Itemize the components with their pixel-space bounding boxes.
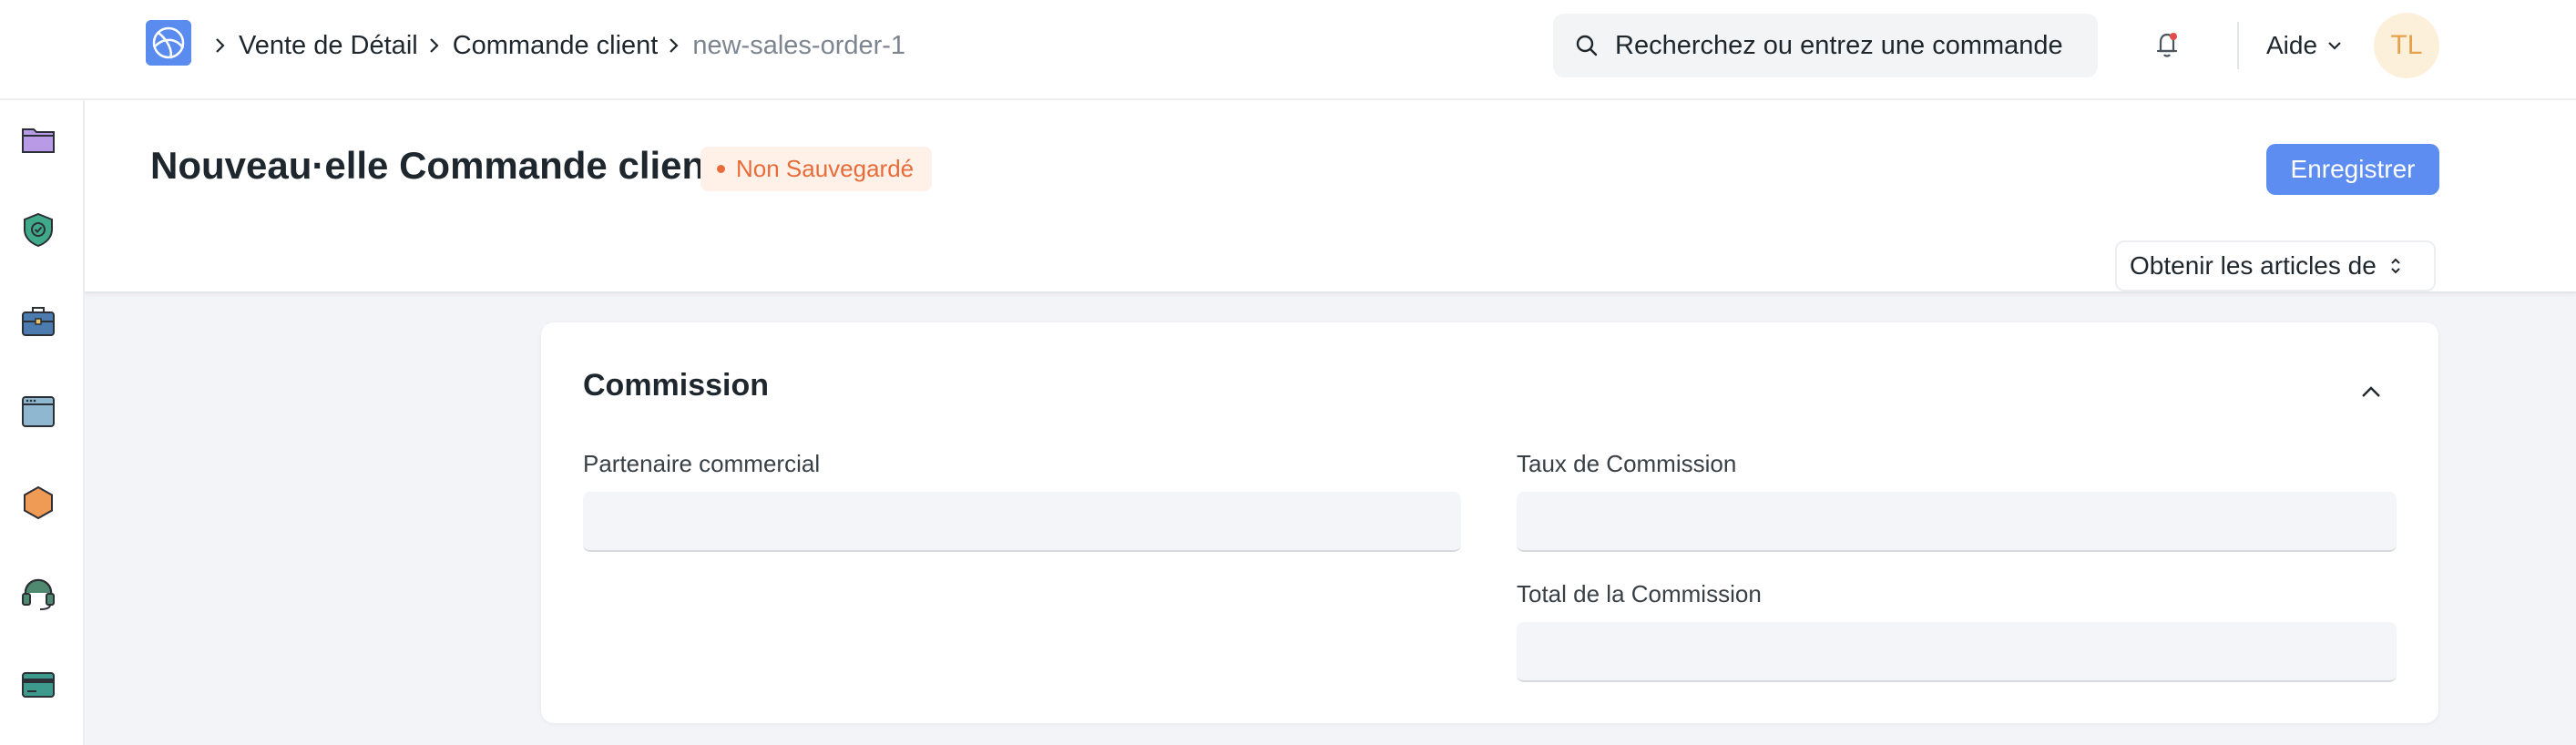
sales-partner-field[interactable] xyxy=(583,492,1461,552)
page-header: Nouveau·elle Commande client Non Sauvega… xyxy=(85,100,2576,293)
sidebar-item-briefcase[interactable] xyxy=(20,302,56,339)
help-label: Aide xyxy=(2266,31,2318,59)
chevron-up-icon xyxy=(2362,386,2380,397)
sales-partner-label: Partenaire commercial xyxy=(583,450,821,477)
breadcrumb: Vente de Détail Commande client new-sale… xyxy=(211,27,905,64)
sidebar-item-hexagon[interactable] xyxy=(20,485,56,521)
logo-icon xyxy=(146,20,191,66)
chevron-right-icon xyxy=(669,37,680,54)
sidebar-item-window[interactable] xyxy=(20,393,56,430)
user-avatar[interactable]: TL xyxy=(2374,13,2439,78)
total-commission-field[interactable] xyxy=(1517,622,2397,682)
navbar-divider xyxy=(2237,22,2239,69)
app-logo[interactable] xyxy=(146,20,191,66)
notification-bell-icon[interactable] xyxy=(2153,29,2181,60)
chevron-up-down-icon xyxy=(2391,258,2400,274)
shield-check-icon xyxy=(24,212,53,248)
chevron-down-icon xyxy=(2328,42,2341,50)
hexagon-icon xyxy=(24,485,53,520)
breadcrumb-item-retail[interactable]: Vente de Détail xyxy=(239,31,418,61)
status-dot xyxy=(717,165,725,173)
get-items-from-label: Obtenir les articles de xyxy=(2130,251,2377,280)
total-commission-label: Total de la Commission xyxy=(1517,580,1762,607)
get-items-from-select[interactable]: Obtenir les articles de xyxy=(2115,240,2436,291)
page-title: Nouveau·elle Commande client xyxy=(150,144,719,187)
commission-section: Commission Partenaire commercial Taux de… xyxy=(541,322,2438,723)
breadcrumb-item-sales-order[interactable]: Commande client xyxy=(453,31,659,61)
sidebar-item-card[interactable] xyxy=(20,667,56,703)
search-bar[interactable] xyxy=(1553,14,2098,77)
commission-rate-field[interactable] xyxy=(1517,492,2397,552)
folder-icon xyxy=(22,128,55,153)
status-badge: Non Sauvegardé xyxy=(700,147,933,191)
section-title: Commission xyxy=(583,368,770,403)
sidebar-item-folder[interactable] xyxy=(20,120,56,157)
status-badge-label: Non Sauvegardé xyxy=(736,155,915,182)
avatar-initials: TL xyxy=(2390,30,2423,60)
headset-icon xyxy=(22,578,55,610)
collapse-section-button[interactable] xyxy=(2357,383,2385,401)
sidebar-item-support[interactable] xyxy=(20,576,56,612)
help-dropdown[interactable]: Aide xyxy=(2266,27,2343,64)
top-navbar: Vente de Détail Commande client new-sale… xyxy=(0,0,2576,100)
commission-rate-label: Taux de Commission xyxy=(1517,450,1737,477)
save-button[interactable]: Enregistrer xyxy=(2266,144,2439,195)
browser-window-icon xyxy=(22,396,55,427)
briefcase-icon xyxy=(22,307,55,336)
sidebar xyxy=(0,100,85,745)
chevron-right-icon xyxy=(429,37,440,54)
breadcrumb-item-current: new-sales-order-1 xyxy=(692,30,906,60)
search-input[interactable] xyxy=(1615,30,2098,61)
sidebar-item-shield[interactable] xyxy=(20,211,56,248)
credit-card-icon xyxy=(22,672,55,698)
search-icon xyxy=(1576,35,1598,56)
chevron-right-icon xyxy=(215,37,226,54)
